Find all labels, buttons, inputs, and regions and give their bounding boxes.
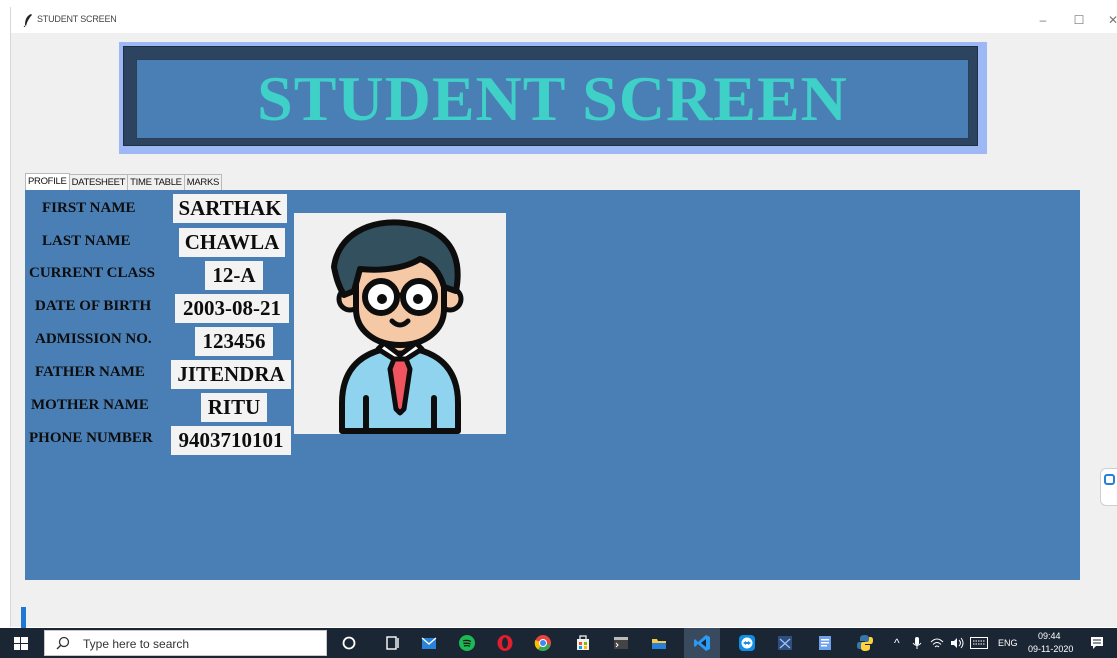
banner-inner: STUDENT SCREEN [136,59,969,139]
tab-profile[interactable]: PROFILE [25,173,70,190]
close-button[interactable]: ✕ [1103,10,1117,30]
opera-icon[interactable] [496,634,514,652]
banner-title: STUDENT SCREEN [257,63,848,134]
tab-datesheet[interactable]: DATESHEET [68,174,129,190]
search-icon [56,636,70,650]
mother-name-value: RITU [201,393,267,422]
windows-start-icon[interactable] [14,637,28,650]
last-name-value: CHAWLA [179,228,285,257]
father-name-label: FATHER NAME [35,364,145,380]
wifi-icon[interactable] [930,637,944,649]
tray-chevron-icon[interactable]: ^ [894,636,900,650]
clock-date[interactable]: 09-11-2020 [1028,644,1073,654]
language-indicator[interactable]: ENG [998,638,1018,648]
current-class-value: 12-A [205,261,263,290]
window-titlebar: STUDENT SCREEN – ☐ ✕ [11,7,1117,33]
taskbar: Type here to search ^ ENG 09:44 09-11-20… [0,628,1117,658]
window-title: STUDENT SCREEN [37,14,117,24]
vscode-icon[interactable] [693,634,711,652]
taskbar-search-box[interactable]: Type here to search [44,630,327,656]
chrome-icon[interactable] [534,634,552,652]
app-window: STUDENT SCREEN – ☐ ✕ STUDENT SCREEN PROF… [10,7,1117,631]
admission-no-label: ADMISSION NO. [35,331,152,347]
snipping-icon[interactable] [776,634,794,652]
screenshot-tool-icon [1104,474,1115,485]
mail-icon[interactable] [420,634,438,652]
avatar [294,213,506,434]
microphone-icon[interactable] [912,636,922,650]
phone-number-label: PHONE NUMBER [29,430,153,446]
python-icon[interactable] [856,634,874,652]
phone-number-value: 9403710101 [171,426,291,455]
spotify-icon[interactable] [458,634,476,652]
notifications-icon[interactable] [1090,636,1104,650]
date-of-birth-value: 2003-08-21 [175,294,289,323]
feather-icon [23,14,32,27]
notepad-icon[interactable] [816,634,834,652]
banner-bevel: STUDENT SCREEN [123,46,978,146]
terminal-icon[interactable] [612,634,630,652]
first-name-label: FIRST NAME [42,200,136,216]
last-name-label: LAST NAME [42,233,131,249]
current-class-label: CURRENT CLASS [29,265,156,281]
tab-bar: PROFILE DATESHEET TIME TABLE MARKS [25,173,223,190]
student-avatar-icon [331,219,464,434]
father-name-value: JITENDRA [171,360,291,389]
keyboard-icon[interactable] [970,637,988,649]
tab-marks[interactable]: MARKS [183,174,223,190]
search-placeholder: Type here to search [83,637,190,651]
task-view-icon[interactable] [384,634,402,652]
tab-time-table[interactable]: TIME TABLE [127,174,185,190]
store-icon[interactable] [574,634,592,652]
clock-time[interactable]: 09:44 [1038,631,1061,641]
side-tool-tab[interactable] [1100,468,1117,506]
mother-name-label: MOTHER NAME [31,397,149,413]
file-explorer-icon[interactable] [650,634,668,652]
date-of-birth-label: DATE OF BIRTH [35,298,152,314]
maximize-button[interactable]: ☐ [1069,10,1089,30]
teamviewer-icon[interactable] [738,634,756,652]
cortana-icon[interactable] [340,634,358,652]
admission-no-value: 123456 [195,327,273,356]
volume-icon[interactable] [950,637,964,649]
minimize-button[interactable]: – [1033,10,1053,30]
title-banner: STUDENT SCREEN [119,42,987,154]
profile-panel: FIRST NAME SARTHAK LAST NAME CHAWLA CURR… [25,190,1080,580]
first-name-value: SARTHAK [173,194,287,223]
